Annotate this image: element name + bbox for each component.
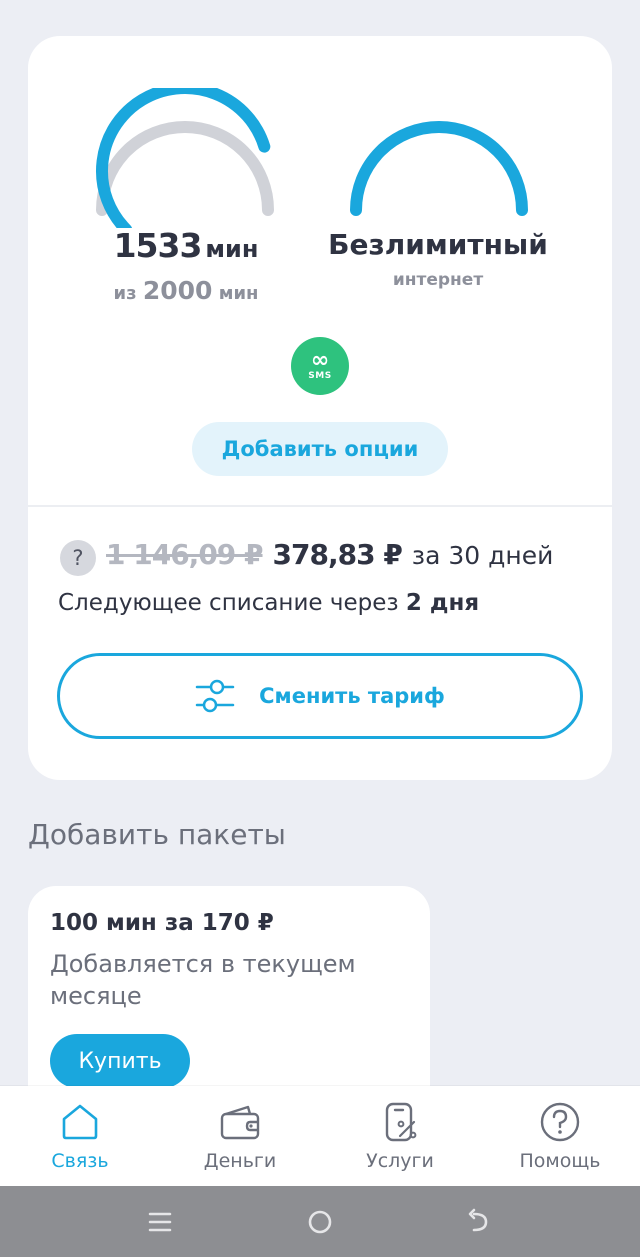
minutes-total-prefix: из (113, 283, 137, 304)
minutes-used-value: 1533 (113, 226, 203, 265)
buy-button[interactable]: Купить (50, 1034, 190, 1088)
back-icon[interactable] (440, 1186, 520, 1257)
change-plan-button[interactable]: Сменить тариф (57, 653, 583, 739)
minutes-used-unit: мин (205, 235, 259, 263)
add-options-button[interactable]: Добавить опции (192, 422, 448, 476)
tab-label: Связь (51, 1150, 109, 1172)
internet-subtitle: интернет (392, 270, 484, 290)
packages-section-title: Добавить пакеты (28, 818, 286, 851)
next-charge-when: 2 дня (405, 590, 480, 616)
minutes-used: 1533 мин (86, 226, 286, 265)
wallet-icon (220, 1105, 260, 1140)
services-icon (385, 1102, 417, 1142)
tab-uslugi[interactable]: Услуги (320, 1086, 480, 1186)
home-circle-icon[interactable] (280, 1186, 360, 1257)
next-charge-prefix: Следующее списание через (58, 590, 399, 616)
menu-icon[interactable] (120, 1186, 200, 1257)
package-description: Добавляется в текущем месяце (50, 950, 356, 1010)
old-price: 1 146,09 ₽ (106, 538, 264, 571)
minutes-total-unit: мин (218, 283, 259, 304)
bottom-tab-bar: Связь Деньги Услуги Помощь (0, 1086, 640, 1186)
sms-label: SMS (308, 371, 332, 381)
price-help-icon[interactable]: ? (60, 540, 96, 576)
tab-label: Помощь (519, 1150, 601, 1172)
tab-pomosch[interactable]: Помощь (480, 1086, 640, 1186)
divider (28, 505, 612, 507)
new-price: 378,83 ₽ (272, 538, 403, 571)
tab-dengi[interactable]: Деньги (160, 1086, 320, 1186)
internet-gauge (350, 121, 528, 216)
internet-title: Безлимитный (328, 228, 548, 261)
tab-svyaz[interactable]: Связь (0, 1086, 160, 1186)
minutes-total: из 2000 мин (86, 276, 286, 305)
help-icon (540, 1102, 580, 1142)
home-icon (62, 1104, 98, 1140)
minutes-gauge (96, 88, 274, 228)
tab-label: Деньги (203, 1150, 277, 1172)
change-plan-label: Сменить тариф (259, 684, 445, 708)
system-nav-bar (0, 1186, 640, 1257)
package-title: 100 мин за 170 ₽ (50, 910, 274, 936)
infinity-icon: ∞ (310, 348, 330, 373)
sms-unlimited-badge[interactable]: ∞ SMS (291, 337, 349, 395)
price-row: 1 146,09 ₽ 378,83 ₽ за 30 дней (106, 538, 553, 578)
next-charge-text: Следующее списание через 2 дня (58, 590, 479, 616)
sliders-icon (195, 679, 235, 713)
price-period: за 30 дней (411, 541, 554, 570)
tab-label: Услуги (366, 1150, 434, 1172)
minutes-total-value: 2000 (142, 276, 213, 305)
